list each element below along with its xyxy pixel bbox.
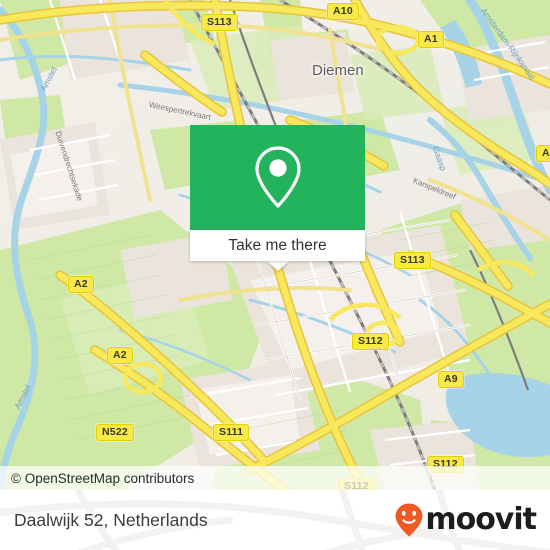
road-shield[interactable]: A10 (327, 3, 359, 20)
attribution-text: © OpenStreetMap contributors (11, 470, 195, 486)
popup-tail (266, 261, 289, 271)
map-pin-icon (254, 145, 301, 208)
page-title: Daalwijk 52, Netherlands (14, 509, 208, 530)
road-shield[interactable]: A1 (536, 145, 550, 162)
road-shield[interactable]: A1 (418, 31, 444, 48)
footer-bar: Daalwijk 52, Netherlands moovit (0, 490, 550, 550)
road-shield[interactable]: S111 (213, 424, 250, 441)
road-shield[interactable]: S112 (352, 333, 389, 350)
road-shield[interactable]: S113 (201, 14, 238, 31)
moovit-smiley-pin-icon (395, 503, 423, 537)
road-shield[interactable]: A2 (68, 276, 94, 293)
map-attribution[interactable]: © OpenStreetMap contributors (0, 466, 550, 490)
map-canvas[interactable]: S113 A10 A1 A1 S113 S112 A9 A2 A2 N522 S… (0, 0, 550, 490)
destination-popup-card[interactable]: Take me there (190, 125, 365, 271)
place-label-diemen: Diemen (312, 62, 364, 79)
road-shield[interactable]: A2 (107, 347, 133, 364)
road-shield[interactable]: N522 (96, 424, 134, 441)
moovit-logo[interactable]: moovit (394, 502, 550, 538)
take-me-there-button[interactable]: Take me there (190, 230, 365, 261)
moovit-map-screenshot: S113 A10 A1 A1 S113 S112 A9 A2 A2 N522 S… (0, 0, 550, 550)
moovit-wordmark: moovit (425, 502, 537, 537)
road-shield[interactable]: S113 (394, 252, 431, 269)
popup-header (190, 125, 365, 230)
road-shield[interactable]: A9 (438, 371, 464, 388)
